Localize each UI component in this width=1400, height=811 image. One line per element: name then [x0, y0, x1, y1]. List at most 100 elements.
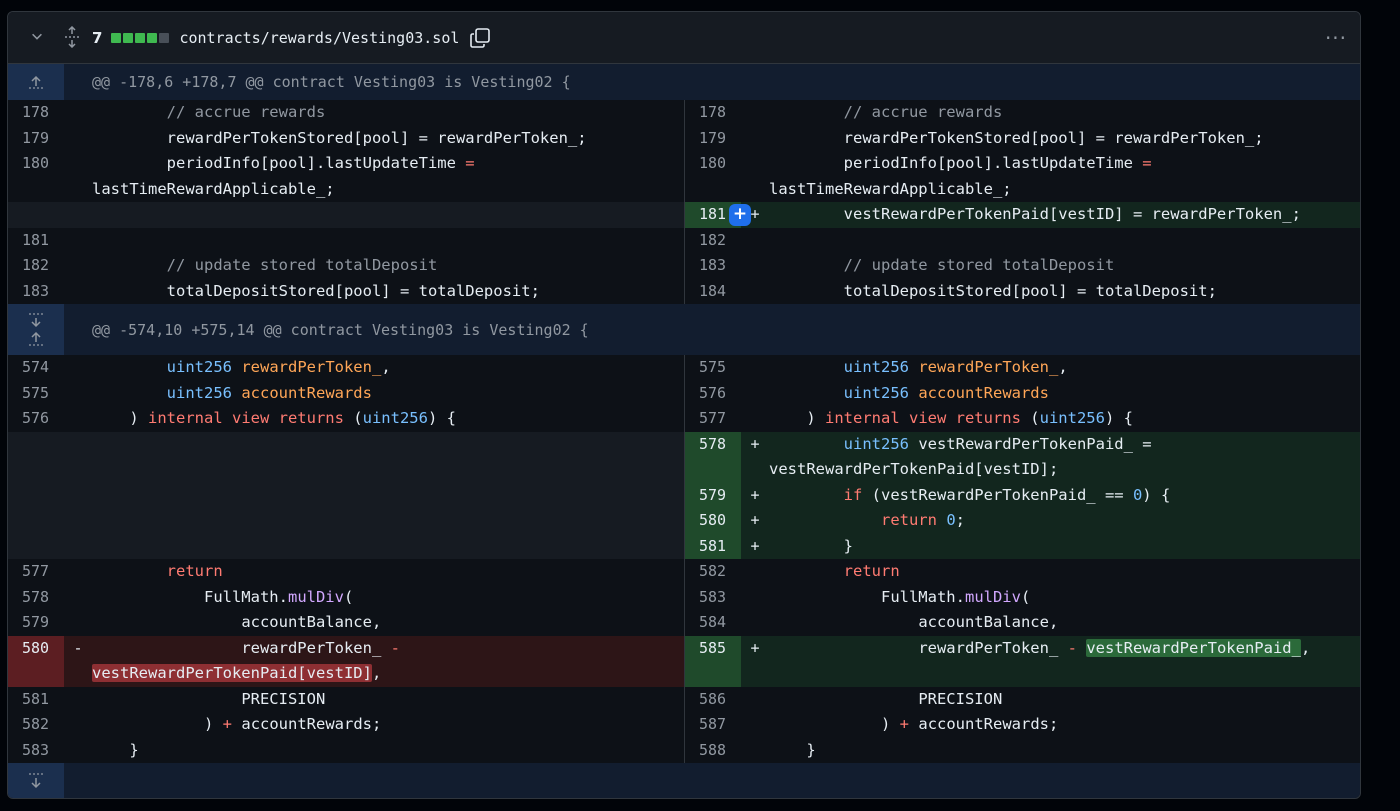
- line-number[interactable]: 582: [685, 559, 741, 585]
- code-line: // update stored totalDeposit: [92, 256, 438, 274]
- hunk-footer: [8, 763, 1360, 798]
- code-line: ) internal view returns (uint256) {: [92, 409, 456, 427]
- hunk-header: @@ -574,10 +575,14 @@ contract Vesting03…: [8, 304, 1360, 355]
- diff-row: 178 // accrue rewards 178 // accrue rewa…: [8, 100, 1360, 126]
- code-line: uint256 vestRewardPerTokenPaid_ = vestRe…: [769, 434, 1152, 479]
- changes-count: 7: [92, 28, 103, 47]
- code-line: accountBalance,: [241, 613, 382, 631]
- line-number[interactable]: 180: [685, 151, 741, 202]
- line-number[interactable]: 179: [8, 126, 64, 152]
- line-number[interactable]: 587: [685, 712, 741, 738]
- plus-icon[interactable]: +: [729, 204, 751, 226]
- diff-row: 182 // update stored totalDeposit 183 //…: [8, 253, 1360, 279]
- diff-file: 7 contracts/rewards/Vesting03.sol ··· @@…: [7, 11, 1361, 799]
- line-number[interactable]: 581: [685, 533, 741, 559]
- code-line: rewardPerTokenStored[pool] = rewardPerTo…: [769, 128, 1264, 147]
- file-path[interactable]: contracts/rewards/Vesting03.sol: [179, 29, 459, 47]
- copy-icon[interactable]: [469, 27, 491, 49]
- code-line: // accrue rewards: [92, 103, 326, 121]
- line-number[interactable]: 577: [8, 559, 64, 585]
- diff-sign: -: [73, 638, 83, 657]
- line-number[interactable]: 579: [8, 610, 64, 636]
- code-line: uint256 rewardPerToken_,: [166, 358, 391, 376]
- diff-sign: +: [750, 511, 760, 529]
- code-line: vestRewardPerTokenPaid[vestID] = rewardP…: [769, 205, 1301, 223]
- hunk-text: @@ -574,10 +575,14 @@ contract Vesting03…: [92, 320, 589, 339]
- code-line: if (vestRewardPerTokenPaid_ == 0) {: [843, 485, 1171, 504]
- line-number[interactable]: 578: [685, 431, 741, 483]
- diffstat-bar: [111, 32, 170, 43]
- line-number[interactable]: 182: [685, 228, 741, 254]
- code-line: uint256 accountRewards: [166, 383, 372, 402]
- code-line: return: [166, 562, 223, 580]
- diff-row: 578 FullMath.mulDiv( 583 FullMath.mulDiv…: [8, 584, 1360, 611]
- line-number[interactable]: 179: [685, 126, 741, 152]
- line-number[interactable]: 588: [685, 738, 741, 764]
- diff-row: 180 periodInfo[pool].lastUpdateTime = la…: [8, 151, 1360, 202]
- line-number[interactable]: 178: [8, 100, 64, 126]
- line-number[interactable]: 577: [685, 406, 741, 432]
- diff-row: 580- rewardPerToken_ - vestRewardPerToke…: [8, 635, 1360, 687]
- diff-sign: +: [750, 434, 760, 453]
- file-header: 7 contracts/rewards/Vesting03.sol ···: [8, 12, 1360, 64]
- line-number[interactable]: 576: [685, 381, 741, 407]
- diff-row: 579 accountBalance, 584 accountBalance,: [8, 610, 1360, 636]
- line-number[interactable]: 575: [685, 355, 741, 381]
- code-line: totalDepositStored[pool] = totalDeposit;: [769, 281, 1217, 300]
- expand-up-icon[interactable]: [8, 64, 64, 100]
- code-line: return: [843, 562, 900, 580]
- code-line: PRECISION: [918, 689, 1003, 708]
- code-line: PRECISION: [241, 689, 326, 708]
- diff-row: 181 182: [8, 227, 1360, 254]
- line-number[interactable]: 576: [8, 406, 64, 432]
- line-number[interactable]: 583: [8, 738, 64, 764]
- code-line: periodInfo[pool].lastUpdateTime = lastTi…: [769, 154, 1152, 198]
- diff-row: 582 ) + accountRewards; 587 ) + accountR…: [8, 712, 1360, 738]
- diff-row: 183 totalDepositStored[pool] = totalDepo…: [8, 278, 1360, 305]
- line-number[interactable]: 580: [8, 635, 64, 687]
- line-number[interactable]: 184: [685, 279, 741, 305]
- hunk-header: @@ -178,6 +178,7 @@ contract Vesting03 i…: [8, 64, 1360, 100]
- line-number[interactable]: 583: [685, 585, 741, 611]
- code-line: uint256 accountRewards: [843, 383, 1049, 402]
- line-number[interactable]: 582: [8, 712, 64, 738]
- line-number[interactable]: 584: [685, 610, 741, 636]
- code-line: ) + accountRewards;: [203, 715, 382, 733]
- line-number[interactable]: 581: [8, 687, 64, 713]
- line-number[interactable]: 183: [685, 253, 741, 279]
- line-number[interactable]: 181: [8, 228, 64, 254]
- chevron-down-icon[interactable]: [30, 28, 50, 47]
- code-line: // update stored totalDeposit: [769, 256, 1115, 274]
- line-number[interactable]: 183: [8, 279, 64, 305]
- unfold-icon[interactable]: [62, 25, 84, 50]
- diff-row: 576 ) internal view returns (uint256) { …: [8, 406, 1360, 432]
- line-number[interactable]: 574: [8, 355, 64, 381]
- code-line: FullMath.mulDiv(: [880, 587, 1031, 606]
- code-line: }: [129, 740, 139, 759]
- diff-sign: +: [750, 485, 760, 504]
- expand-down-icon[interactable]: [8, 763, 64, 798]
- code-line: ) internal view returns (uint256) {: [769, 409, 1133, 427]
- code-line: rewardPerToken_ - vestRewardPerTokenPaid…: [918, 638, 1311, 657]
- hunk-text: @@ -178,6 +178,7 @@ contract Vesting03 i…: [92, 73, 571, 91]
- diff-row: 581 PRECISION 586 PRECISION: [8, 686, 1360, 713]
- line-number[interactable]: 579: [685, 482, 741, 508]
- diff-row: 575 uint256 accountRewards 576 uint256 a…: [8, 380, 1360, 407]
- line-number[interactable]: 178: [685, 100, 741, 126]
- code-line: FullMath.mulDiv(: [203, 587, 354, 606]
- code-line: rewardPerToken_ - vestRewardPerTokenPaid…: [92, 638, 400, 682]
- kebab-horizontal-icon[interactable]: ···: [1324, 26, 1348, 50]
- diff-sign: +: [750, 536, 760, 555]
- line-number[interactable]: 586: [685, 687, 741, 713]
- line-number[interactable]: 580: [685, 508, 741, 534]
- line-number[interactable]: 585: [685, 635, 741, 687]
- line-number[interactable]: 578: [8, 585, 64, 611]
- expand-both-icon[interactable]: [8, 304, 64, 355]
- diff-row: 574 uint256 rewardPerToken_, 575 uint256…: [8, 355, 1360, 381]
- line-number[interactable]: 575: [8, 381, 64, 407]
- line-number[interactable]: 182: [8, 253, 64, 279]
- line-number[interactable]: 180: [8, 151, 64, 202]
- diff-row: 583 } 588 }: [8, 737, 1360, 764]
- code-line: totalDepositStored[pool] = totalDeposit;: [92, 281, 540, 300]
- code-line: rewardPerTokenStored[pool] = rewardPerTo…: [92, 128, 587, 147]
